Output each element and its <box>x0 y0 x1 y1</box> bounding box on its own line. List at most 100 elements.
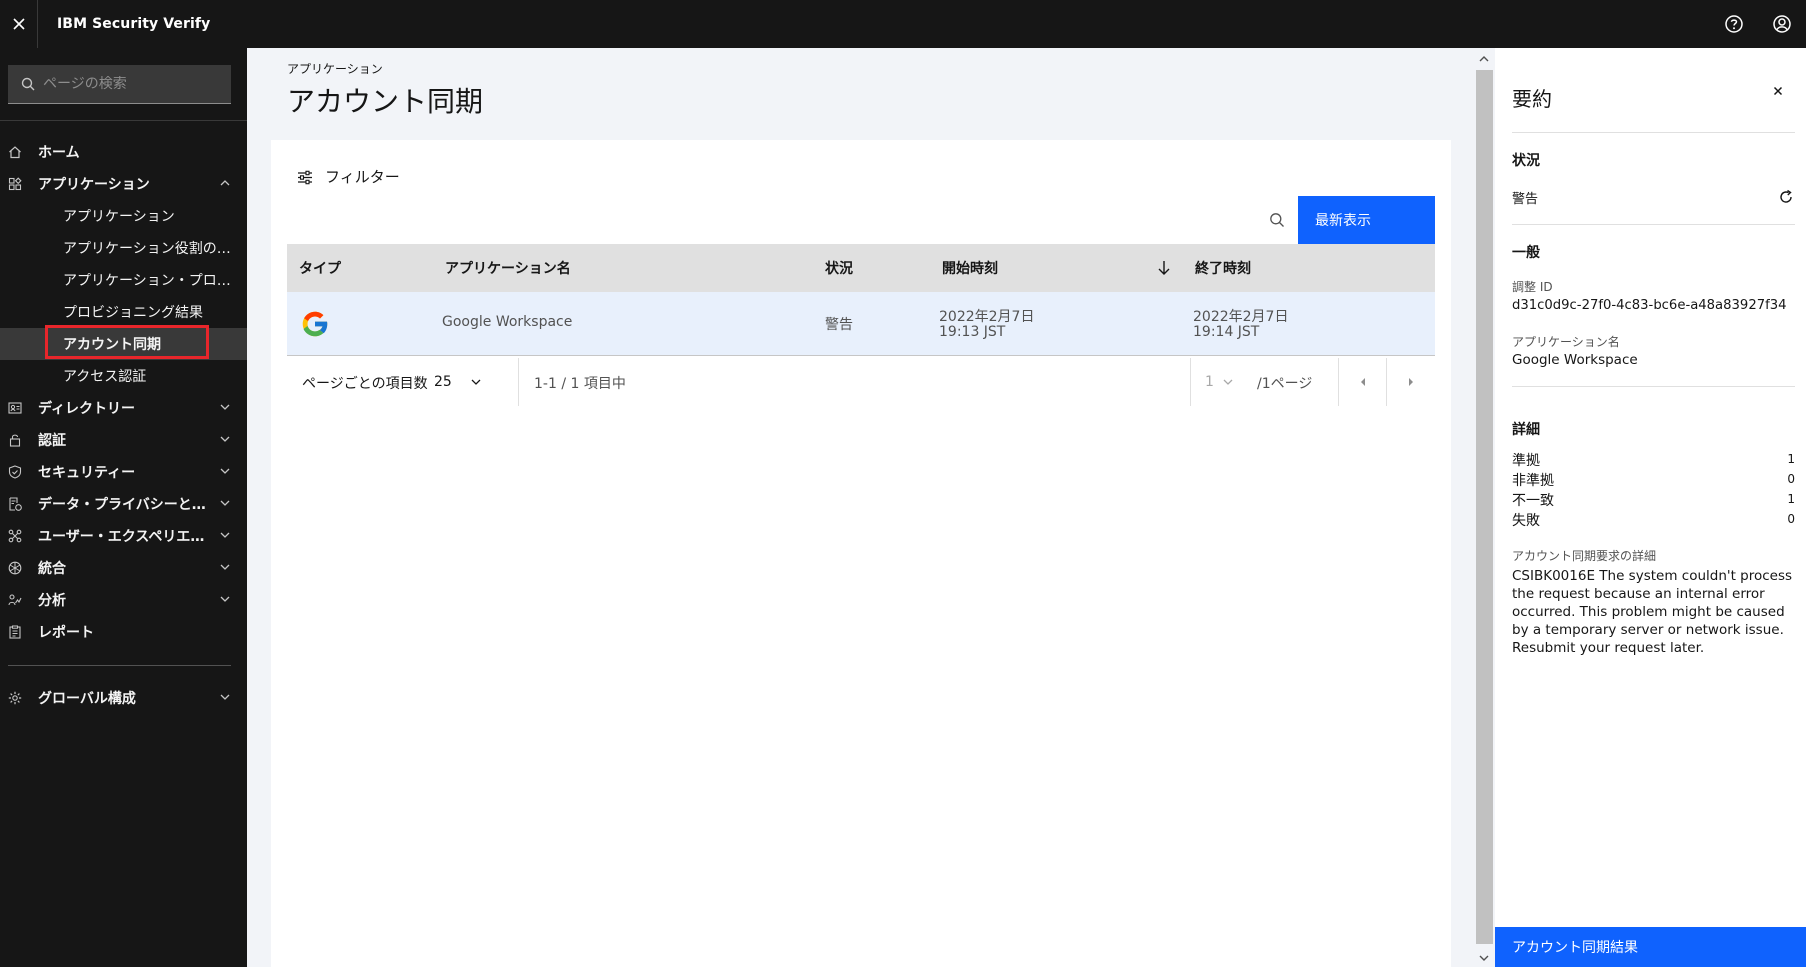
sidebar-subitem-provisioning-results[interactable]: プロビジョニング結果 <box>0 296 247 328</box>
sidebar-subitem-label: アプリケーション・プロ… <box>63 273 231 289</box>
search-input[interactable] <box>43 76 213 92</box>
column-header-start-time[interactable]: 開始時刻 <box>942 258 998 278</box>
status-value: 警告 <box>1512 192 1539 207</box>
top-bar: IBM Security Verify <box>0 0 1806 48</box>
scroll-up-arrow-icon[interactable] <box>1478 54 1490 64</box>
sidebar-item-data-privacy[interactable]: データ・プライバシーと… <box>0 488 247 520</box>
chevron-down-icon <box>220 468 230 474</box>
chevron-down-icon <box>220 564 230 570</box>
main-scrollbar[interactable] <box>1473 48 1495 967</box>
sidebar-subitem-app-roles[interactable]: アプリケーション役割の… <box>0 232 247 264</box>
sort-arrow-down-icon[interactable] <box>1156 259 1172 277</box>
detail-value: 0 <box>1787 512 1795 526</box>
sidebar-item-label: アプリケーション <box>38 177 150 193</box>
reconcile-id-label: 調整 ID <box>1512 280 1553 294</box>
sidebar-subitem-label: プロビジョニング結果 <box>63 305 203 321</box>
sidebar-subitem-access-certification[interactable]: アクセス認証 <box>0 360 247 392</box>
sidebar-subitem-applications[interactable]: アプリケーション <box>0 200 247 232</box>
column-header-app-name[interactable]: アプリケーション名 <box>445 258 571 278</box>
caret-left-icon <box>1360 378 1365 386</box>
current-page: 1 <box>1205 374 1214 390</box>
close-sidebar-button[interactable] <box>0 0 38 48</box>
sidebar-item-label: ユーザー・エクスペリエ… <box>38 529 205 545</box>
scroll-down-arrow-icon[interactable] <box>1478 953 1490 963</box>
total-pages: /1ページ <box>1257 376 1313 392</box>
app-name-value: Google Workspace <box>1512 352 1638 368</box>
page-search[interactable] <box>8 65 231 104</box>
account-sync-results-button[interactable]: アカウント同期結果 <box>1495 927 1806 967</box>
search-icon <box>21 77 35 91</box>
report-icon <box>7 624 23 640</box>
sidebar-item-directory[interactable]: ディレクトリー <box>0 392 247 424</box>
user-profile-button[interactable] <box>1758 0 1806 48</box>
divider <box>8 665 231 666</box>
items-per-page-value: 25 <box>434 374 452 390</box>
integration-icon <box>7 560 23 576</box>
user-avatar-icon <box>1773 15 1791 33</box>
sidebar-item-label: 統合 <box>38 561 66 577</box>
cell-status: 警告 <box>825 317 853 333</box>
sidebar-subitem-app-provisioning[interactable]: アプリケーション・プロ… <box>0 264 247 296</box>
cell-end-date: 2022年2月7日 <box>1193 309 1289 325</box>
directory-icon <box>7 400 23 416</box>
table-row[interactable]: Google Workspace 警告 2022年2月7日 19:13 JST … <box>287 292 1435 356</box>
filter-label: フィルター <box>325 168 400 186</box>
analytics-icon <box>7 592 23 608</box>
chevron-down-icon <box>220 436 230 442</box>
privacy-icon <box>7 496 23 512</box>
sidebar-item-global-config[interactable]: グローバル構成 <box>0 682 247 714</box>
scroll-thumb[interactable] <box>1476 70 1493 944</box>
sidebar-item-security[interactable]: セキュリティー <box>0 456 247 488</box>
sidebar-subitem-label: アプリケーション <box>63 209 175 225</box>
detail-value: 1 <box>1787 452 1795 466</box>
item-range-text: 1-1 / 1 項目中 <box>534 376 626 392</box>
chevron-down-icon <box>471 379 481 385</box>
page-title: アカウント同期 <box>287 85 484 118</box>
help-button[interactable] <box>1710 0 1758 48</box>
home-icon <box>7 144 23 160</box>
sidebar-item-label: 認証 <box>38 433 66 449</box>
general-heading: 一般 <box>1512 245 1540 261</box>
filter-button[interactable]: フィルター <box>297 166 400 187</box>
table-search-button[interactable] <box>1253 196 1301 244</box>
reconcile-id-value: d31c0d9c-27f0-4c83-bc6e-a48a83927f34 <box>1512 298 1787 313</box>
lock-icon <box>7 432 23 448</box>
items-per-page-select[interactable]: 25 <box>434 358 492 406</box>
sidebar-item-reports[interactable]: レポート <box>0 616 247 648</box>
detail-label: 非準拠 <box>1512 473 1554 489</box>
sidebar-item-analytics[interactable]: 分析 <box>0 584 247 616</box>
previous-page-button[interactable] <box>1339 358 1386 406</box>
cell-start-time: 19:13 JST <box>939 324 1006 340</box>
next-page-button[interactable] <box>1387 358 1435 406</box>
divider <box>1190 358 1191 406</box>
column-header-status[interactable]: 状況 <box>825 258 853 278</box>
page-select[interactable]: 1 <box>1205 358 1234 406</box>
sidebar-subitem-label: アプリケーション役割の… <box>63 241 231 257</box>
gear-icon <box>7 690 23 706</box>
refresh-button[interactable]: 最新表示 <box>1298 196 1435 244</box>
experience-icon <box>7 528 23 544</box>
refresh-icon[interactable] <box>1778 189 1794 205</box>
divider <box>0 120 247 121</box>
sidebar-item-home[interactable]: ホーム <box>0 136 247 168</box>
chevron-down-icon <box>1223 379 1233 385</box>
column-header-type[interactable]: タイプ <box>299 258 341 278</box>
column-header-end-time[interactable]: 終了時刻 <box>1195 258 1251 278</box>
request-details-message: CSIBK0016E The system couldn't process t… <box>1512 568 1793 656</box>
detail-value: 0 <box>1787 472 1795 486</box>
sync-table: タイプ アプリケーション名 状況 開始時刻 終了時刻 Google Worksp… <box>287 244 1435 356</box>
sidebar-item-label: ホーム <box>38 145 80 161</box>
sidebar-item-label: レポート <box>38 625 94 641</box>
chevron-down-icon <box>220 596 230 602</box>
panel-title: 要約 <box>1512 87 1552 111</box>
divider <box>1512 386 1795 387</box>
divider <box>1512 132 1795 133</box>
sidebar-item-applications[interactable]: アプリケーション <box>0 168 247 200</box>
sidebar-item-integration[interactable]: 統合 <box>0 552 247 584</box>
breadcrumb[interactable]: アプリケーション <box>287 60 383 77</box>
detail-label: 不一致 <box>1512 493 1554 509</box>
sidebar-item-user-experience[interactable]: ユーザー・エクスペリエ… <box>0 520 247 552</box>
sidebar: ホーム アプリケーション アプリケーション アプリケーション役割の… アプリケー… <box>0 48 247 967</box>
sidebar-item-authentication[interactable]: 認証 <box>0 424 247 456</box>
close-icon[interactable] <box>1772 85 1784 97</box>
